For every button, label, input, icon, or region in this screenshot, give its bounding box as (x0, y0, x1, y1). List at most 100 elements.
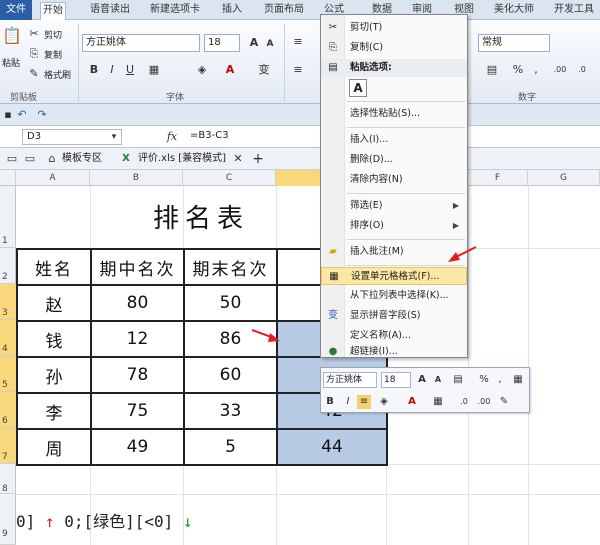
number-format-text[interactable]: 0] ↑ 0;[绿色][<0] ↓ (16, 508, 193, 532)
cell-name[interactable]: 赵 (16, 284, 92, 322)
column-header-b[interactable]: B (90, 170, 183, 186)
comma-icon[interactable]: , (528, 62, 544, 78)
bold-icon[interactable]: B (86, 62, 102, 78)
fill-color-icon[interactable]: ◈ (194, 62, 210, 78)
menu-paste-special[interactable]: 选择性粘贴(S)... (321, 105, 467, 123)
paste-icon[interactable]: 📋 (2, 28, 22, 50)
column-header-g[interactable]: G (528, 170, 600, 186)
row-header-2[interactable]: 2 (0, 248, 16, 284)
percent-icon[interactable]: % (510, 62, 526, 78)
currency-icon[interactable]: ▤ (451, 373, 465, 387)
number-format-select[interactable]: 常规 (478, 34, 550, 52)
grow-font-icon[interactable]: A (415, 373, 429, 387)
menu-cut[interactable]: ✂ 剪切(T) (321, 19, 467, 37)
copy-icon[interactable]: ⎘ (26, 46, 42, 62)
paste-button[interactable]: 粘贴 (2, 56, 20, 69)
row-header-5[interactable]: 5 (0, 356, 16, 392)
folder-icon[interactable]: ▭ (22, 151, 38, 167)
brush-icon[interactable]: ✎ (26, 66, 42, 82)
percent-icon[interactable]: % (477, 373, 491, 387)
italic-icon[interactable]: I (104, 62, 120, 78)
redo-icon[interactable]: ↷ (34, 107, 50, 123)
cell-final[interactable]: 33 (183, 392, 278, 430)
close-icon[interactable]: ✕ (230, 151, 246, 167)
cell-name[interactable]: 周 (16, 428, 92, 466)
shrink-font-icon[interactable]: A (431, 373, 445, 387)
bold-icon[interactable]: B (323, 395, 337, 409)
column-header-a[interactable]: A (16, 170, 90, 186)
italic-icon[interactable]: I (341, 395, 355, 409)
font-size-select[interactable]: 18 (204, 34, 240, 52)
row-header-3[interactable]: 3 (0, 284, 16, 320)
cell-midterm[interactable]: 75 (90, 392, 185, 430)
increase-decimal-icon[interactable]: .0 (457, 395, 471, 409)
format-painter-button[interactable]: 格式刷 (44, 68, 71, 81)
cell-final[interactable]: 86 (183, 320, 278, 358)
header-name[interactable]: 姓名 (16, 248, 92, 286)
row-header-4[interactable]: 4 (0, 320, 16, 356)
menu-insert[interactable]: 插入(I)... (321, 131, 467, 149)
tab-beautify[interactable]: 美化大师 (492, 2, 536, 20)
cell-midterm[interactable]: 80 (90, 284, 185, 322)
cell-name[interactable]: 钱 (16, 320, 92, 358)
underline-icon[interactable]: U (122, 62, 138, 78)
menu-copy[interactable]: ⎘ 复制(C) (321, 39, 467, 57)
menu-show-phonetic[interactable]: 变显示拼音字段(S) (321, 307, 467, 325)
table-icon[interactable]: ▦ (511, 373, 525, 387)
cell-final[interactable]: 60 (183, 356, 278, 394)
add-tab-icon[interactable]: + (250, 151, 266, 167)
paste-keep-text-button[interactable]: A (349, 79, 367, 97)
copy-button[interactable]: 复制 (44, 48, 62, 61)
cell-midterm[interactable]: 12 (90, 320, 185, 358)
menu-format-cells[interactable]: ▦ 设置单元格格式(F)... (321, 267, 467, 285)
mini-font-size[interactable]: 18 (381, 372, 411, 388)
font-color-icon[interactable]: A (405, 395, 419, 409)
cell-name[interactable]: 孙 (16, 356, 92, 394)
select-all-corner[interactable] (0, 170, 16, 186)
cell-change[interactable]: 44 (276, 428, 388, 466)
menu-clear-contents[interactable]: 清除内容(N) (321, 171, 467, 189)
font-color-icon[interactable]: A (222, 62, 238, 78)
tab-home[interactable]: 开始 (40, 2, 66, 20)
cut-button[interactable]: 剪切 (44, 28, 62, 41)
row-header-1[interactable]: 1 (0, 186, 16, 248)
chevron-down-icon[interactable]: ▾ (106, 129, 122, 145)
function-icon[interactable]: fx (164, 129, 180, 145)
currency-icon[interactable]: ▤ (484, 62, 500, 78)
row-header-8[interactable]: 8 (0, 464, 16, 494)
row-header-6[interactable]: 6 (0, 392, 16, 428)
undo-icon[interactable]: ↶ (14, 107, 30, 123)
row-header-9[interactable]: 9 (0, 494, 16, 545)
decrease-decimal-icon[interactable]: .00 (477, 395, 491, 409)
phonetic-icon[interactable]: 变 (256, 62, 272, 78)
menu-hyperlink[interactable]: ● 超链接(I)... (321, 345, 467, 359)
column-header-c[interactable]: C (183, 170, 276, 186)
tab-new-tab[interactable]: 新建选项卡 (148, 2, 202, 20)
shrink-font-icon[interactable]: A (262, 36, 278, 52)
center-align-icon[interactable]: ≡ (357, 395, 371, 409)
row-header-7[interactable]: 7 (0, 428, 16, 464)
menu-define-name[interactable]: 定义名称(A)... (321, 327, 467, 345)
menu-delete[interactable]: 删除(D)... (321, 151, 467, 169)
doc-tab-templates[interactable]: 模板专区 (58, 151, 102, 168)
doc-tab-workbook[interactable]: 评价.xls [兼容模式] (134, 151, 226, 168)
decrease-decimal-icon[interactable]: .0 (574, 62, 590, 78)
formula-input[interactable]: =B3-C3 (190, 130, 229, 141)
column-header-f[interactable]: F (468, 170, 528, 186)
tab-file[interactable]: 文件 (0, 0, 32, 20)
cell-final[interactable]: 5 (183, 428, 278, 466)
format-painter-icon[interactable]: ✎ (497, 395, 511, 409)
cell-name[interactable]: 李 (16, 392, 92, 430)
tab-page-layout[interactable]: 页面布局 (262, 2, 306, 20)
tab-voice-read[interactable]: 语音读出 (88, 2, 132, 20)
font-name-select[interactable]: 方正姚体 (82, 34, 200, 52)
border-icon[interactable]: ▦ (431, 395, 445, 409)
align-top-icon[interactable]: ≡ (290, 34, 306, 50)
menu-insert-comment[interactable]: ▰ 插入批注(M) (321, 243, 467, 261)
cell-midterm[interactable]: 78 (90, 356, 185, 394)
cell-midterm[interactable]: 49 (90, 428, 185, 466)
fill-color-icon[interactable]: ◈ (377, 395, 391, 409)
header-final[interactable]: 期末名次 (183, 248, 278, 286)
increase-decimal-icon[interactable]: .00 (552, 62, 568, 78)
menu-filter[interactable]: 筛选(E) ▶ (321, 197, 467, 215)
